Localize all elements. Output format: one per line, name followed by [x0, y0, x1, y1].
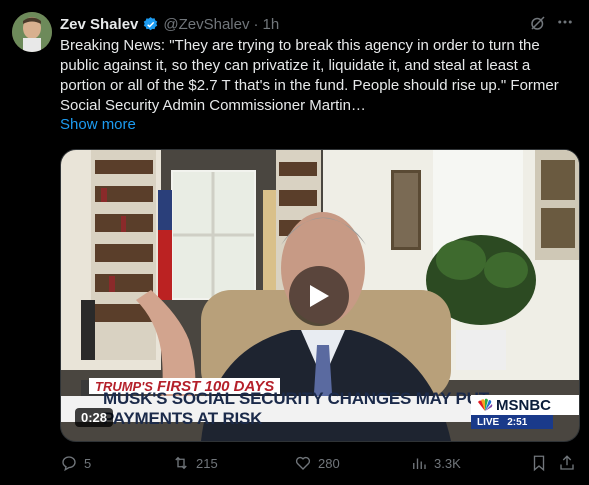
separator-dot: ·: [253, 15, 259, 33]
bookmark-icon: [533, 455, 545, 472]
views-button[interactable]: 3.3K: [410, 452, 461, 474]
play-button[interactable]: [289, 266, 349, 326]
views-count: 3.3K: [434, 455, 461, 471]
network-logo: MSNBC: [471, 395, 579, 415]
live-badge: LIVE 2:51: [471, 415, 553, 429]
repost-button[interactable]: 215: [172, 452, 218, 474]
heart-icon: [295, 456, 311, 470]
grok-icon[interactable]: [529, 14, 547, 32]
like-count: 280: [318, 455, 340, 471]
avatar[interactable]: [12, 12, 52, 52]
more-options-icon[interactable]: [555, 12, 575, 32]
repost-icon: [175, 456, 187, 470]
play-icon: [310, 285, 329, 307]
repost-count: 215: [196, 455, 218, 471]
author-name[interactable]: Zev Shalev: [60, 16, 138, 33]
show-more-link[interactable]: Show more: [60, 116, 136, 133]
reply-button[interactable]: 5: [60, 452, 91, 474]
banner-headline: MUSK'S SOCIAL SECURITY CHANGES MAY PUT P…: [61, 389, 531, 428]
live-time: 2:51: [507, 416, 528, 428]
share-button[interactable]: [558, 452, 582, 474]
post-time[interactable]: 1h: [263, 16, 280, 33]
reply-count: 5: [84, 455, 92, 471]
action-bar: 5 215 280 3.3K: [60, 452, 578, 474]
views-icon: [413, 458, 426, 469]
network-name: MSNBC: [496, 396, 551, 414]
verified-badge-icon: [144, 16, 158, 30]
post-text: Breaking News: "They are trying to break…: [60, 37, 559, 114]
peacock-icon: [478, 398, 493, 411]
live-label: LIVE: [477, 416, 500, 428]
like-button[interactable]: 280: [294, 452, 340, 474]
reply-icon: [62, 456, 76, 472]
post-header: Zev Shalev @ZevShalev · 1h: [60, 14, 573, 34]
bookmark-button[interactable]: [530, 452, 554, 474]
share-icon: [560, 455, 574, 470]
video-player[interactable]: TRUMP'S FIRST 100 DAYS MUSK'S SOCIAL SEC…: [60, 149, 580, 442]
author-handle[interactable]: @ZevShalev: [163, 16, 249, 33]
video-duration: 0:28: [75, 408, 114, 427]
